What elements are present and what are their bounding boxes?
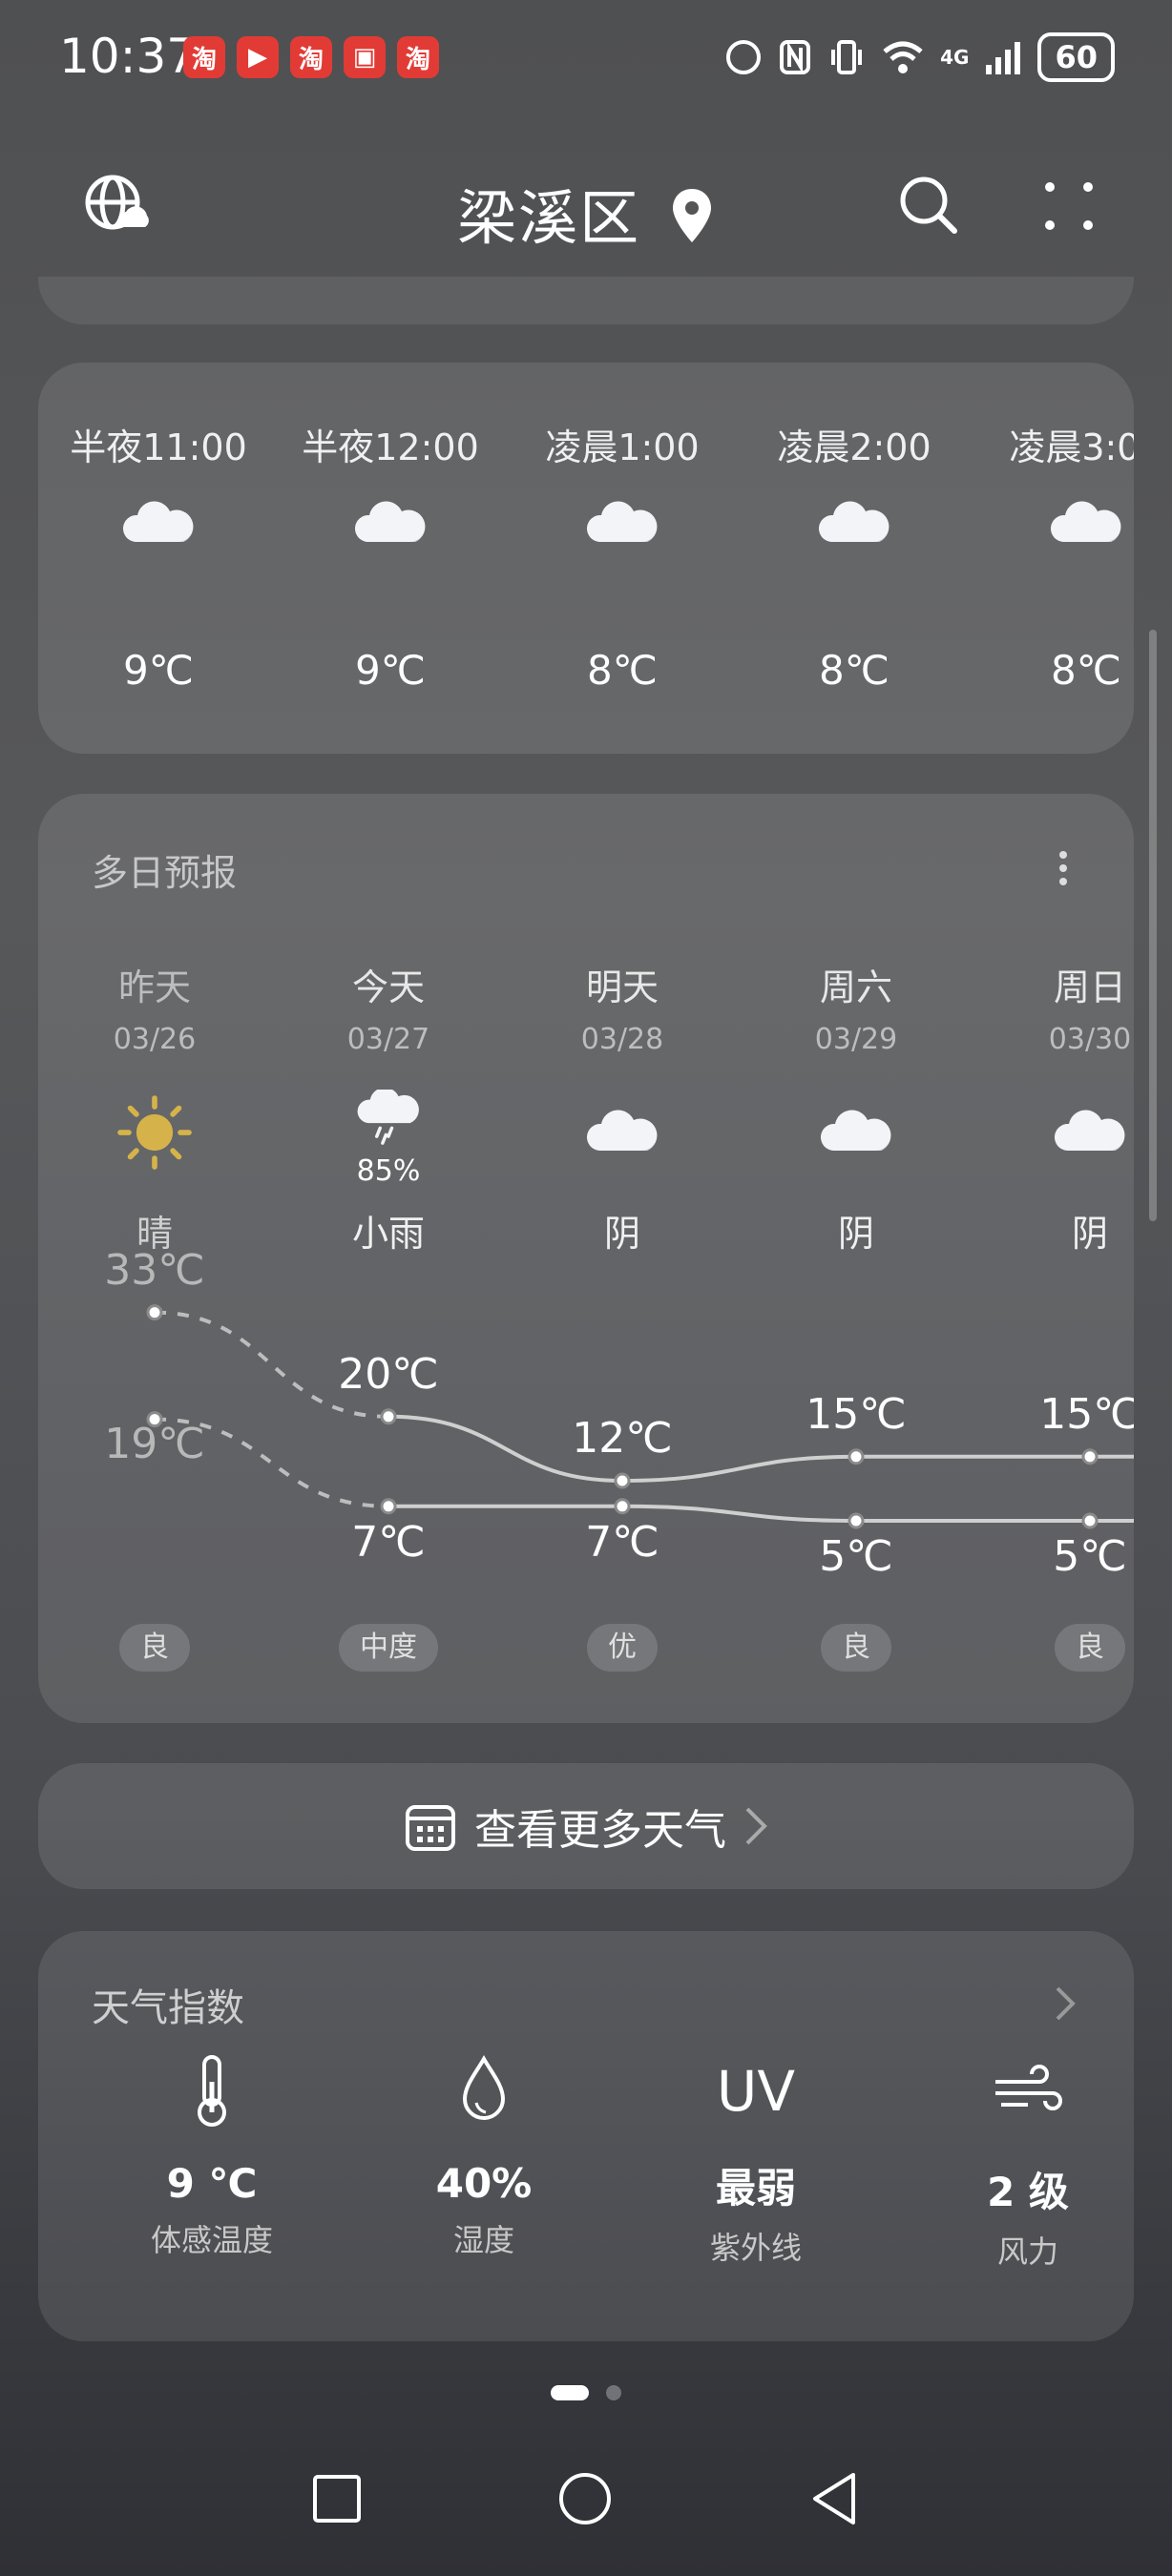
signal-icon [986,42,1021,74]
status-time: 10:37 [59,29,198,84]
high-temp-label: 15℃ [1039,1389,1134,1439]
previous-card-edge [38,277,1134,324]
taobao-app-icon: 淘 [183,36,225,78]
hour-time: 凌晨1:00 [545,426,700,468]
hour-time: 凌晨3:00 [1009,426,1134,468]
more-weather-button[interactable]: 查看更多天气 [38,1763,1134,1889]
hour-weather-icon [972,496,1134,553]
more-weather-label: 查看更多天气 [474,1806,726,1855]
cloud-icon [1050,501,1121,543]
network-type-label: 4G [940,46,970,69]
high-temp-label: 33℃ [104,1245,205,1295]
video-app-icon: ▶ [237,36,279,78]
humidity-label: 湿度 [452,2222,514,2258]
temperature-point [380,1408,397,1425]
temperature-point [848,1448,865,1465]
cloud-icon [818,501,889,543]
page-dot[interactable] [606,2385,621,2400]
hour-time: 半夜12:00 [302,426,479,468]
taobao-app-icon: 淘 [397,36,439,78]
status-indicators: 4G 60 [724,32,1115,82]
cloud-icon [586,501,658,543]
low-temp-label: 7℃ [351,1517,426,1567]
location-pin-icon [672,189,711,242]
low-temp-label: 19℃ [104,1419,205,1468]
cloud-icon [122,501,194,543]
wifi-icon [883,41,923,73]
hour-weather-icon [508,496,737,553]
calendar-icon [406,1805,455,1851]
back-button[interactable] [809,2471,859,2526]
low-temp-label: 7℃ [585,1517,659,1567]
temperature-point [614,1498,631,1515]
hourly-forecast-card[interactable]: 半夜11:00 9℃ 半夜12:00 9℃ 凌晨1:00 8℃ 凌晨2:00 8℃ 凌晨3:00… [38,363,1134,754]
index-item-humidity[interactable]: 40% 湿度 [360,2053,608,2260]
temperature-point [380,1498,397,1515]
page-indicator [0,2385,1172,2400]
uv-label: 紫外线 [709,2230,802,2266]
home-button[interactable] [557,2471,613,2526]
hour-weather-icon [44,496,273,553]
search-icon[interactable] [897,174,960,237]
hour-temperature: 9℃ [123,647,194,694]
high-temp-label: 15℃ [806,1389,907,1439]
hour-weather-icon [740,496,969,553]
humidity-value: 40% [435,2160,533,2207]
index-item-feels-like[interactable]: 9 ℃ 体感温度 [88,2053,336,2260]
notification-app-icons: 淘 ▶ 淘 ▣ 淘 [183,36,439,78]
daily-forecast-card[interactable]: 多日预报 昨天 03/26 晴良今天 03/27 85% 小雨 中度 明天 03/28 阴优周六 0… [38,794,1134,1723]
low-temp-label: 5℃ [819,1532,893,1581]
hour-temperature: 8℃ [587,647,658,694]
water-drop-icon [462,2054,506,2120]
wind-label: 风力 [996,2233,1058,2270]
battery-indicator: 60 [1037,32,1115,82]
temperature-point [1081,1512,1099,1529]
hour-temperature: 9℃ [355,647,426,694]
hd-icon [726,40,762,74]
hour-weather-icon [276,496,505,553]
uv-icon: UV [716,2059,796,2124]
more-options-icon[interactable] [1040,177,1098,235]
nfc-icon [780,40,811,74]
status-bar: 10:37 淘 ▶ 淘 ▣ 淘 4G 60 [0,0,1172,114]
taobao-app-icon: 淘 [290,36,332,78]
hour-temperature: 8℃ [1051,647,1121,694]
weather-index-card[interactable]: 天气指数 9 ℃ 体感温度 40% 湿度 UV 最弱 紫外线 2 级 风力 [38,1931,1134,2341]
hour-time: 半夜11:00 [70,426,247,468]
feels-like-label: 体感温度 [150,2222,273,2258]
wind-icon [995,2065,1062,2110]
temperature-point [848,1512,865,1529]
wind-value: 2 级 [987,2169,1069,2215]
app-icon: ▣ [344,36,386,78]
recent-apps-button[interactable] [311,2473,363,2524]
temperature-point [614,1472,631,1489]
weather-index-title: 天气指数 [92,1986,244,2030]
vibrate-icon [831,40,863,74]
high-temp-label: 20℃ [338,1349,439,1399]
thermometer-icon [198,2055,226,2127]
uv-value: 最弱 [715,2165,796,2212]
chevron-right-icon[interactable] [1054,1984,1077,2023]
chevron-right-icon [745,1807,767,1845]
system-nav-bar [0,2462,1172,2557]
page-dot-active [551,2385,589,2400]
index-item-uv[interactable]: UV 最弱 紫外线 [632,2053,880,2268]
low-temp-label: 5℃ [1053,1532,1127,1581]
city-name: 梁溪区 [457,183,641,253]
scrollbar[interactable] [1149,630,1157,1221]
feels-like-value: 9 ℃ [166,2160,258,2207]
hour-time: 凌晨2:00 [777,426,931,468]
cloud-icon [354,501,426,543]
temperature-point [1081,1448,1099,1465]
city-title[interactable]: 梁溪区 [0,170,1172,256]
high-temp-label: 12℃ [572,1414,673,1463]
index-item-wind[interactable]: 2 级 风力 [904,2053,1152,2272]
temperature-point [146,1304,163,1321]
app-header: 梁溪区 [0,143,1172,277]
hour-temperature: 8℃ [819,647,889,694]
